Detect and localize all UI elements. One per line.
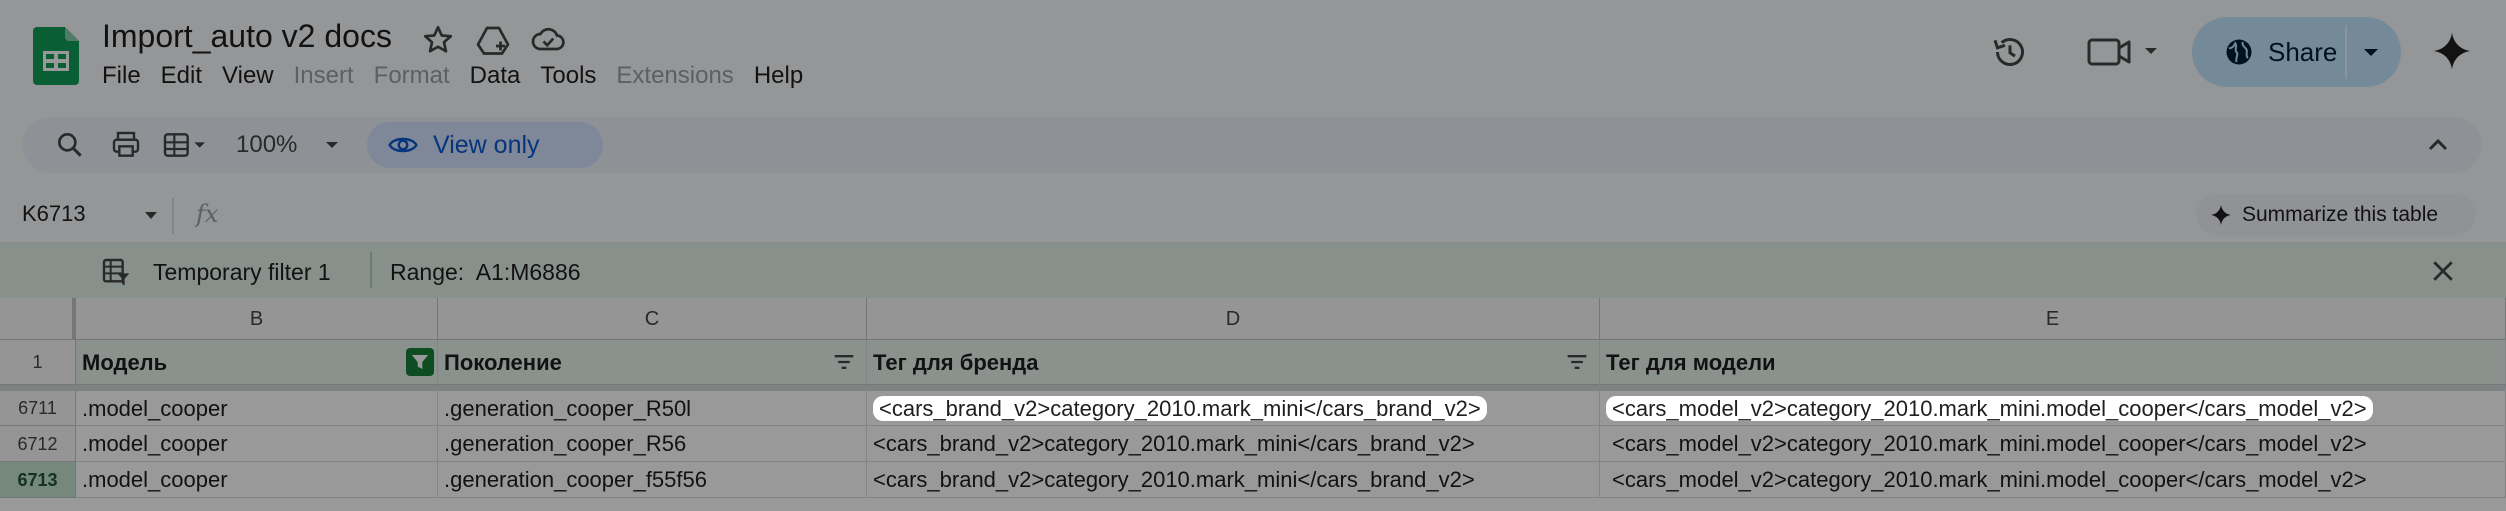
name-box[interactable]: K6713: [22, 201, 86, 227]
menu-view[interactable]: View: [222, 62, 274, 94]
menu-help[interactable]: Help: [754, 62, 803, 94]
menu-data[interactable]: Data: [470, 62, 521, 94]
document-title[interactable]: Import_auto v2 docs: [102, 18, 392, 55]
filter-bar: Temporary filter 1 Range: A1:M6886: [0, 242, 2506, 298]
spreadsheet-grid: B C D E 1 Модель Поколение Тег для бренд…: [0, 298, 2506, 511]
menu-file[interactable]: File: [102, 62, 141, 94]
filter-view-icon: [102, 258, 130, 286]
header-cell-model-tag[interactable]: Тег для модели: [1600, 340, 2506, 385]
table-view-icon[interactable]: [160, 129, 210, 161]
select-all-corner[interactable]: [0, 298, 76, 340]
view-only-label: View only: [433, 130, 540, 159]
menu-extensions[interactable]: Extensions: [616, 62, 733, 94]
summarize-label: Summarize this table: [2242, 203, 2439, 226]
range-label: Range:: [390, 259, 465, 285]
table-cell[interactable]: <cars_model_v2>category_2010.mark_mini.m…: [1600, 462, 2506, 498]
version-history-icon[interactable]: [1990, 32, 2030, 72]
table-cell[interactable]: <cars_brand_v2>category_2010.mark_mini</…: [867, 391, 1600, 426]
eye-icon: [388, 137, 418, 153]
row-header[interactable]: 6712: [0, 426, 76, 462]
zoom-level[interactable]: 100%: [236, 131, 297, 159]
table-cell[interactable]: .model_cooper: [76, 391, 438, 426]
filter-name[interactable]: Temporary filter 1: [153, 259, 331, 286]
filter-icon[interactable]: [1563, 348, 1591, 376]
menu-format[interactable]: Format: [374, 62, 450, 94]
table-cell[interactable]: <cars_brand_v2>category_2010.mark_mini</…: [867, 462, 1600, 498]
filter-active-icon[interactable]: [406, 348, 434, 376]
row-header-selected[interactable]: 6713: [0, 462, 76, 498]
row-header-1[interactable]: 1: [0, 340, 76, 385]
highlighted-text: <cars_model_v2>category_2010.mark_mini.m…: [1606, 396, 2373, 421]
menu-tools[interactable]: Tools: [540, 62, 596, 94]
menu-insert[interactable]: Insert: [294, 62, 354, 94]
table-cell[interactable]: <cars_model_v2>category_2010.mark_mini.m…: [1600, 426, 2506, 462]
highlighted-text: <cars_brand_v2>category_2010.mark_mini</…: [873, 396, 1487, 421]
gemini-spark-icon[interactable]: [2432, 30, 2472, 72]
print-icon[interactable]: [110, 129, 142, 161]
toolbar: 100% View only: [22, 117, 2482, 173]
chevron-up-icon[interactable]: [2422, 129, 2454, 161]
share-main[interactable]: Share: [2192, 17, 2344, 87]
filter-range[interactable]: Range: A1:M6886: [390, 259, 581, 286]
view-only-button[interactable]: View only: [367, 122, 603, 168]
table-cell[interactable]: .generation_cooper_f55f56: [438, 462, 867, 498]
table-cell[interactable]: <cars_model_v2>category_2010.mark_mini.m…: [1600, 391, 2506, 426]
header-cell-brand-tag[interactable]: Тег для бренда: [867, 340, 1600, 385]
header-cell-generation[interactable]: Поколение: [438, 340, 867, 385]
menu-edit[interactable]: Edit: [161, 62, 202, 94]
divider: [370, 252, 372, 288]
zoom-chevron-down-icon[interactable]: [322, 135, 342, 155]
cloud-saved-icon[interactable]: [530, 22, 566, 58]
share-label: Share: [2268, 36, 2338, 67]
table-cell[interactable]: .model_cooper: [76, 426, 438, 462]
menu-bar: File Edit View Insert Format Data Tools …: [102, 62, 823, 94]
formula-bar: K6713 fx Summarize this table: [0, 190, 2506, 242]
column-header-c[interactable]: C: [438, 298, 867, 340]
table-cell[interactable]: <cars_brand_v2>category_2010.mark_mini</…: [867, 426, 1600, 462]
share-divider: [2345, 25, 2347, 79]
meet-video-icon[interactable]: [2085, 30, 2175, 74]
filter-icon[interactable]: [830, 348, 858, 376]
fx-icon: fx: [196, 200, 219, 228]
share-button[interactable]: Share: [2192, 17, 2401, 87]
name-box-chevron-down-icon[interactable]: [143, 210, 159, 222]
header-label: Модель: [82, 350, 168, 375]
close-icon[interactable]: [2428, 256, 2458, 286]
row-header[interactable]: 6711: [0, 391, 76, 426]
table-cell[interactable]: .model_cooper: [76, 462, 438, 498]
chevron-down-icon[interactable]: [2357, 41, 2385, 63]
range-value: A1:M6886: [475, 259, 581, 285]
header-label: Тег для модели: [1606, 350, 1776, 375]
column-header-d[interactable]: D: [867, 298, 1600, 340]
header-cell-model[interactable]: Модель: [76, 340, 438, 385]
title-bar: Import_auto v2 docs File Edit View Inser…: [0, 0, 2506, 110]
summarize-table-button[interactable]: Summarize this table: [2196, 194, 2476, 236]
column-header-b[interactable]: B: [76, 298, 438, 340]
move-to-drive-icon[interactable]: [475, 22, 511, 58]
star-icon[interactable]: [420, 22, 456, 58]
search-icon[interactable]: [54, 129, 86, 161]
header-label: Поколение: [444, 350, 562, 375]
table-cell[interactable]: .generation_cooper_R56: [438, 426, 867, 462]
sheets-logo-icon[interactable]: [33, 27, 79, 85]
header-label: Тег для бренда: [873, 350, 1039, 375]
sparkle-icon: [2210, 204, 2232, 226]
column-header-e[interactable]: E: [1600, 298, 2506, 340]
globe-icon: [2226, 39, 2252, 65]
divider: [172, 198, 174, 234]
table-cell[interactable]: .generation_cooper_R50l: [438, 391, 867, 426]
